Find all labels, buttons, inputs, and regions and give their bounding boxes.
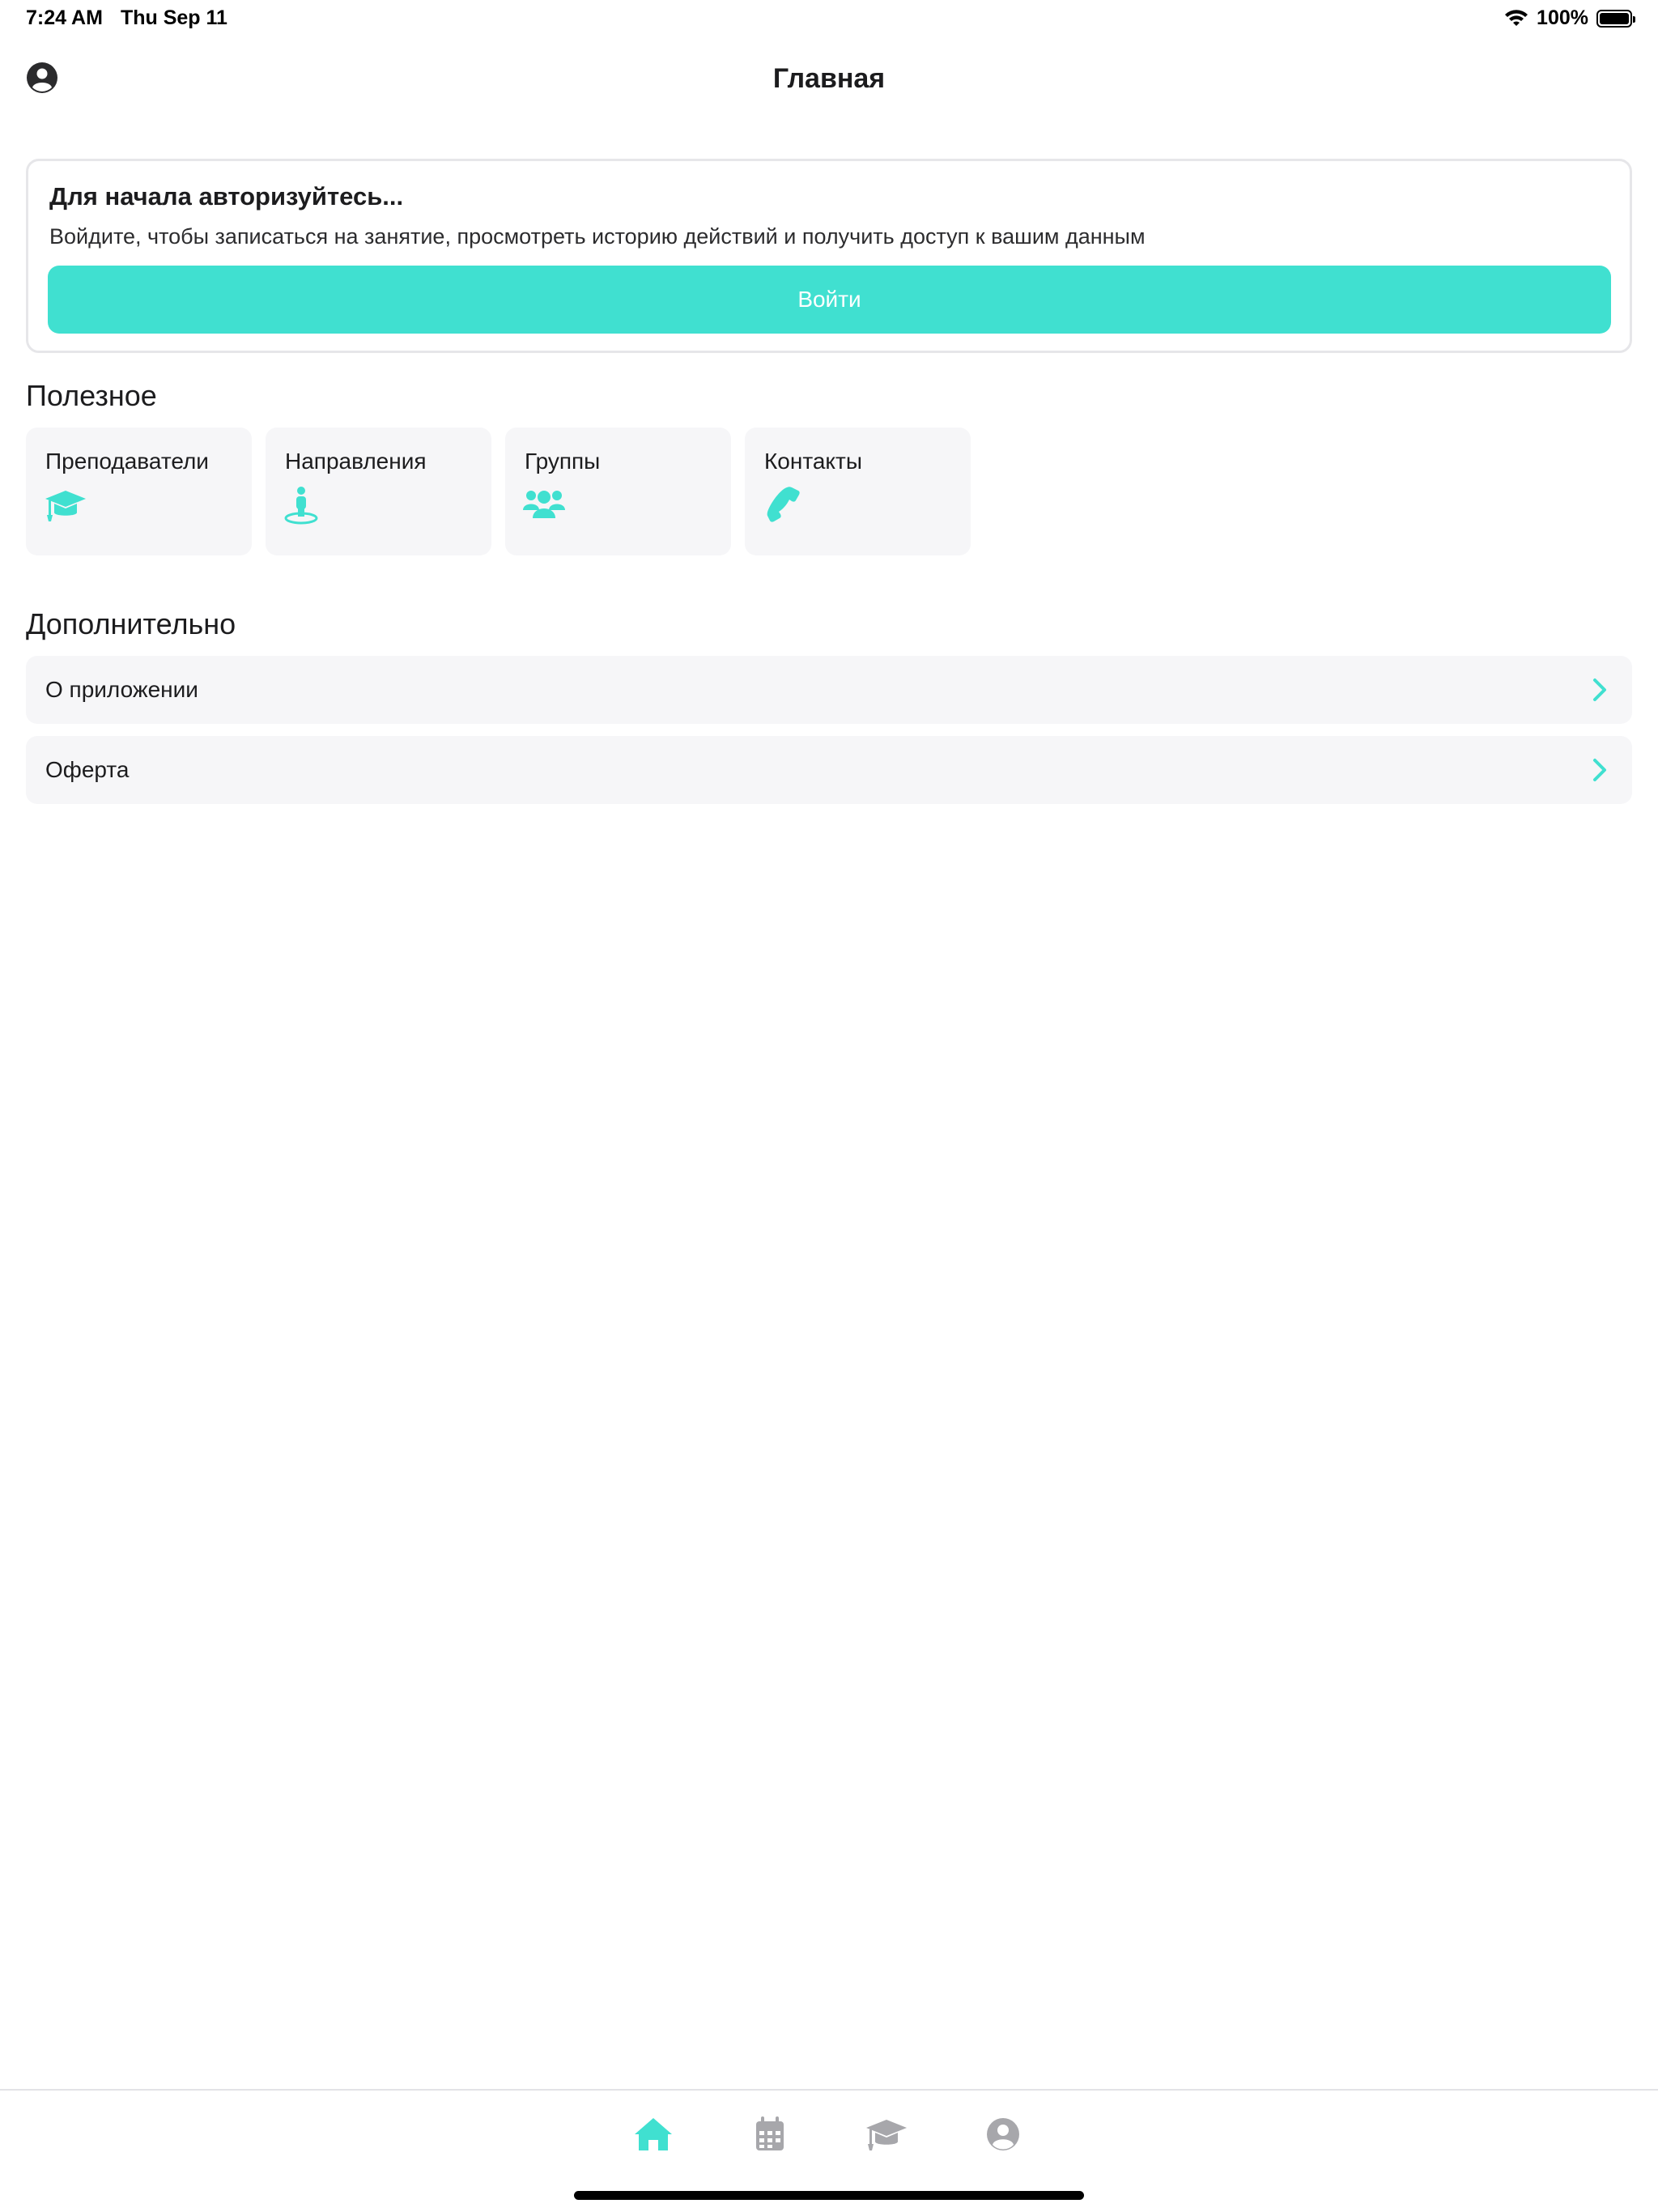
calendar-icon — [756, 2116, 784, 2150]
phone-icon — [767, 487, 800, 522]
section-title-extra: Дополнительно — [26, 607, 236, 640]
status-date: Thu Sep 11 — [120, 6, 227, 29]
tile-groups[interactable]: Группы — [505, 428, 731, 555]
auth-card-description: Войдите, чтобы записаться на занятие, пр… — [49, 224, 1146, 249]
status-time: 7:24 AM — [26, 6, 103, 29]
chevron-right-icon — [1593, 678, 1606, 701]
list-item-label: О приложении — [45, 677, 198, 702]
tab-calendar[interactable] — [748, 2115, 792, 2154]
tile-label: Группы — [525, 449, 601, 474]
wifi-icon — [1505, 9, 1528, 26]
battery-icon — [1596, 9, 1635, 28]
tile-directions[interactable]: Направления — [266, 428, 491, 555]
user-circle-icon — [987, 2118, 1019, 2150]
tile-contacts[interactable]: Контакты — [745, 428, 971, 555]
tab-teachers[interactable] — [865, 2115, 908, 2154]
tile-label: Преподаватели — [45, 449, 209, 474]
graduation-cap-icon — [866, 2120, 907, 2150]
tab-profile[interactable] — [981, 2115, 1025, 2154]
chevron-right-icon — [1593, 759, 1606, 781]
tile-label: Направления — [285, 449, 427, 474]
auth-card: Для начала авторизуйтесь... Войдите, что… — [26, 159, 1632, 353]
users-icon — [523, 491, 565, 518]
home-indicator — [574, 2191, 1084, 2200]
tab-home[interactable] — [631, 2115, 675, 2154]
list-item-offer[interactable]: Оферта — [26, 736, 1632, 804]
header: Главная — [0, 49, 1658, 105]
tile-label: Контакты — [764, 449, 862, 474]
auth-card-title: Для начала авторизуйтесь... — [49, 182, 404, 211]
login-button[interactable]: Войти — [48, 266, 1611, 334]
status-bar: 7:24 AM Thu Sep 11 100% — [0, 0, 1658, 39]
street-view-icon — [284, 487, 318, 525]
page-title: Главная — [772, 63, 886, 94]
graduation-cap-icon — [45, 491, 86, 521]
battery-percent: 100% — [1537, 6, 1588, 29]
list-item-label: Оферта — [45, 757, 130, 782]
home-icon — [635, 2118, 672, 2150]
tile-teachers[interactable]: Преподаватели — [26, 428, 252, 555]
list-item-about-app[interactable]: О приложении — [26, 656, 1632, 724]
home-screen: 7:24 AM Thu Sep 11 100% Главная Для нача… — [0, 0, 1658, 2212]
section-title-useful: Полезное — [26, 379, 157, 412]
